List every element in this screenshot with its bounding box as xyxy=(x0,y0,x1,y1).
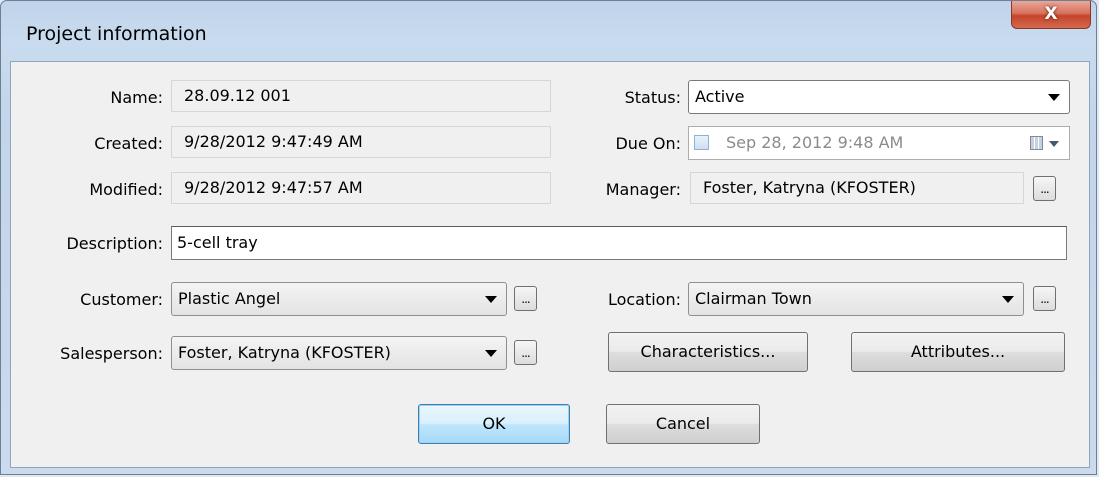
cancel-button[interactable]: Cancel xyxy=(606,404,760,444)
salesperson-label: Salesperson: xyxy=(60,344,163,363)
chevron-down-icon xyxy=(1002,296,1014,303)
due-on-picker[interactable]: Sep 28, 2012 9:48 AM xyxy=(688,126,1070,160)
customer-value: Plastic Angel xyxy=(178,289,281,308)
location-label: Location: xyxy=(607,290,681,309)
chevron-down-icon xyxy=(485,296,497,303)
manager-label: Manager: xyxy=(605,180,681,199)
chevron-down-icon[interactable] xyxy=(1049,141,1059,147)
description-label: Description: xyxy=(66,234,163,253)
due-on-checkbox[interactable] xyxy=(694,135,709,150)
dialog-window: Project information X Name: 28.09.12 001… xyxy=(0,0,1097,475)
chevron-down-icon xyxy=(485,350,497,357)
salesperson-browse-button[interactable]: ... xyxy=(514,340,537,365)
due-on-label: Due On: xyxy=(615,134,681,153)
window-title: Project information xyxy=(26,23,207,45)
status-label: Status: xyxy=(624,88,681,107)
name-label: Name: xyxy=(110,88,163,107)
manager-browse-button[interactable]: ... xyxy=(1033,176,1056,201)
close-button[interactable]: X xyxy=(1011,1,1091,29)
characteristics-button[interactable]: Characteristics... xyxy=(608,332,808,372)
description-input[interactable]: 5-cell tray xyxy=(171,226,1067,260)
manager-field: Foster, Katryna (KFOSTER) xyxy=(690,172,1024,204)
name-field[interactable]: 28.09.12 001 xyxy=(171,80,551,112)
customer-browse-button[interactable]: ... xyxy=(514,286,537,311)
location-select[interactable]: Clairman Town xyxy=(688,282,1024,316)
due-on-value: Sep 28, 2012 9:48 AM xyxy=(726,133,904,152)
modified-label: Modified: xyxy=(89,180,163,199)
attributes-button[interactable]: Attributes... xyxy=(851,332,1065,372)
created-label: Created: xyxy=(94,134,163,153)
chevron-down-icon xyxy=(1048,94,1060,101)
salesperson-select[interactable]: Foster, Katryna (KFOSTER) xyxy=(171,336,507,370)
close-icon: X xyxy=(1044,4,1058,24)
calendar-icon[interactable] xyxy=(1030,136,1043,150)
dialog-body: Name: 28.09.12 001 Created: 9/28/2012 9:… xyxy=(10,61,1090,468)
status-select[interactable]: Active xyxy=(688,80,1070,114)
location-browse-button[interactable]: ... xyxy=(1033,286,1056,311)
salesperson-value: Foster, Katryna (KFOSTER) xyxy=(178,343,391,362)
ok-button[interactable]: OK xyxy=(418,404,570,444)
location-value: Clairman Town xyxy=(695,289,812,308)
status-value: Active xyxy=(695,87,745,106)
modified-field: 9/28/2012 9:47:57 AM xyxy=(171,172,551,204)
created-field: 9/28/2012 9:47:49 AM xyxy=(171,126,551,158)
customer-label: Customer: xyxy=(80,290,163,309)
customer-select[interactable]: Plastic Angel xyxy=(171,282,507,316)
